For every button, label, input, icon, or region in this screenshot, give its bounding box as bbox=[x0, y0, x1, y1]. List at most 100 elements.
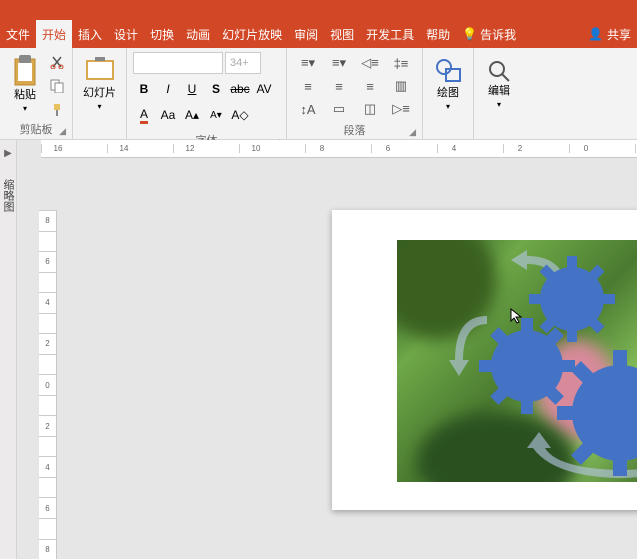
copy-icon bbox=[50, 79, 64, 93]
horizontal-ruler[interactable]: 1614121086420246810121416 bbox=[41, 140, 637, 158]
launcher-icon[interactable]: ◢ bbox=[409, 127, 416, 138]
text-dir-icon: ↕A bbox=[300, 102, 315, 117]
drawing-button[interactable]: 绘图 ▾ bbox=[427, 50, 469, 120]
smartart-icon: ◫ bbox=[364, 101, 376, 117]
font-size-input[interactable] bbox=[225, 52, 261, 74]
format-painter-button[interactable] bbox=[46, 99, 68, 121]
line-spacing-button[interactable]: ‡≡ bbox=[386, 52, 416, 74]
group-paragraph: ≡▾ ≡▾ ◁≡ ‡≡ ≡ ≡ ≡ ▥ ↕A ▭ ◫ ▷≡ 段落 ◢ bbox=[287, 48, 423, 139]
editing-button[interactable]: 编辑▾ bbox=[478, 50, 520, 120]
drawing-label: 绘图 bbox=[437, 87, 459, 99]
indent-inc-button[interactable]: ▷≡ bbox=[386, 98, 416, 120]
indent-dec-icon: ◁≡ bbox=[361, 55, 379, 71]
tab-view[interactable]: 视图 bbox=[324, 20, 360, 48]
indent-inc-icon: ▷≡ bbox=[392, 101, 410, 117]
paste-button[interactable]: 粘贴 ▾ bbox=[4, 50, 46, 120]
slides-label: 幻灯片 bbox=[83, 87, 116, 99]
font-name-input[interactable] bbox=[133, 52, 223, 74]
tab-developer[interactable]: 开发工具 bbox=[360, 20, 420, 48]
slides-button[interactable]: 幻灯片 ▾ bbox=[77, 50, 122, 120]
align-text-icon: ▭ bbox=[333, 101, 345, 117]
dropdown-icon: ▾ bbox=[446, 102, 450, 111]
spacing-button[interactable]: AV bbox=[253, 78, 275, 100]
dropdown-icon: ▾ bbox=[23, 104, 27, 113]
columns-button[interactable]: ▥ bbox=[386, 75, 416, 97]
grow-icon: A▴ bbox=[185, 108, 199, 122]
align-right-icon: ≡ bbox=[366, 79, 374, 94]
tab-file[interactable]: 文件 bbox=[0, 20, 36, 48]
outline-pane-collapsed[interactable]: ▶ 缩略图 bbox=[0, 140, 17, 559]
spacing-icon: AV bbox=[256, 82, 271, 96]
dropdown-icon: ▾ bbox=[497, 100, 501, 109]
copy-button[interactable] bbox=[46, 75, 68, 97]
group-font: B I U S abc AV A Aa A▴ A▾ A◇ 字体◢ bbox=[127, 48, 287, 139]
tell-me[interactable]: 💡告诉我 bbox=[456, 20, 522, 48]
slide-canvas-area[interactable] bbox=[67, 170, 637, 549]
tab-insert[interactable]: 插入 bbox=[72, 20, 108, 48]
title-bar bbox=[0, 0, 637, 20]
align-right-button[interactable]: ≡ bbox=[355, 75, 385, 97]
bullets-button[interactable]: ≡▾ bbox=[293, 52, 323, 74]
shadow-button[interactable]: S bbox=[205, 78, 227, 100]
align-center-icon: ≡ bbox=[335, 79, 343, 94]
group-clipboard: 粘贴 ▾ 剪贴板 ◢ bbox=[0, 48, 73, 139]
ribbon: 粘贴 ▾ 剪贴板 ◢ 幻灯片 ▾ B I bbox=[0, 48, 637, 140]
gear-icon bbox=[555, 348, 637, 478]
line-spacing-icon: ‡≡ bbox=[394, 56, 409, 71]
gear-shape[interactable] bbox=[555, 348, 637, 478]
tab-design[interactable]: 设计 bbox=[108, 20, 144, 48]
bullets-icon: ≡▾ bbox=[301, 55, 315, 71]
editor-area: 1614121086420246810121416 864202468 bbox=[17, 140, 637, 559]
align-center-button[interactable]: ≡ bbox=[324, 75, 354, 97]
strike-icon: abc bbox=[230, 82, 249, 96]
bold-button[interactable]: B bbox=[133, 78, 155, 100]
editing-group-label bbox=[478, 137, 520, 139]
align-text-button[interactable]: ▭ bbox=[324, 98, 354, 120]
tab-transitions[interactable]: 切换 bbox=[144, 20, 180, 48]
underline-icon: U bbox=[188, 82, 197, 96]
tab-slideshow[interactable]: 幻灯片放映 bbox=[216, 20, 288, 48]
tell-me-label: 告诉我 bbox=[480, 26, 516, 43]
case-icon: Aa bbox=[161, 108, 176, 122]
dropdown-icon: ▾ bbox=[97, 102, 101, 111]
paste-label: 粘贴 bbox=[14, 89, 36, 101]
smartart-button[interactable]: ◫ bbox=[355, 98, 385, 120]
change-case-button[interactable]: Aa bbox=[157, 104, 179, 126]
slide[interactable] bbox=[332, 210, 637, 510]
shrink-icon: A▾ bbox=[210, 110, 222, 121]
slide-image[interactable] bbox=[397, 240, 637, 482]
italic-button[interactable]: I bbox=[157, 78, 179, 100]
tab-animations[interactable]: 动画 bbox=[180, 20, 216, 48]
vertical-ruler[interactable]: 864202468 bbox=[39, 210, 57, 559]
shadow-icon: S bbox=[212, 82, 220, 96]
grow-font-button[interactable]: A▴ bbox=[181, 104, 203, 126]
numbering-button[interactable]: ≡▾ bbox=[324, 52, 354, 74]
shrink-font-button[interactable]: A▾ bbox=[205, 104, 227, 126]
brush-icon bbox=[50, 103, 64, 117]
group-editing: 编辑▾ bbox=[474, 48, 524, 139]
slides-icon bbox=[85, 57, 115, 85]
text-direction-button[interactable]: ↕A bbox=[293, 98, 323, 120]
find-icon bbox=[487, 59, 511, 83]
clear-format-button[interactable]: A◇ bbox=[229, 104, 251, 126]
indent-dec-button[interactable]: ◁≡ bbox=[355, 52, 385, 74]
tab-help[interactable]: 帮助 bbox=[420, 20, 456, 48]
clipboard-label: 剪贴板 bbox=[20, 124, 53, 136]
share-label: 共享 bbox=[607, 26, 631, 43]
paragraph-group-label: 段落 bbox=[344, 125, 366, 137]
outline-label: 缩略图 bbox=[0, 179, 16, 212]
tab-home[interactable]: 开始 bbox=[36, 20, 72, 48]
launcher-icon[interactable]: ◢ bbox=[59, 126, 66, 137]
clear-icon: A◇ bbox=[231, 108, 248, 122]
align-left-button[interactable]: ≡ bbox=[293, 75, 323, 97]
numbering-icon: ≡▾ bbox=[332, 55, 346, 71]
font-color-button[interactable]: A bbox=[133, 104, 155, 126]
cut-button[interactable] bbox=[46, 51, 68, 73]
strike-button[interactable]: abc bbox=[229, 78, 251, 100]
slides-group-label bbox=[77, 137, 122, 139]
share-button[interactable]: 👤共享 bbox=[582, 20, 637, 48]
menu-bar: 文件 开始 插入 设计 切换 动画 幻灯片放映 审阅 视图 开发工具 帮助 💡告… bbox=[0, 20, 637, 48]
tab-review[interactable]: 审阅 bbox=[288, 20, 324, 48]
group-slides: 幻灯片 ▾ bbox=[73, 48, 127, 139]
underline-button[interactable]: U bbox=[181, 78, 203, 100]
